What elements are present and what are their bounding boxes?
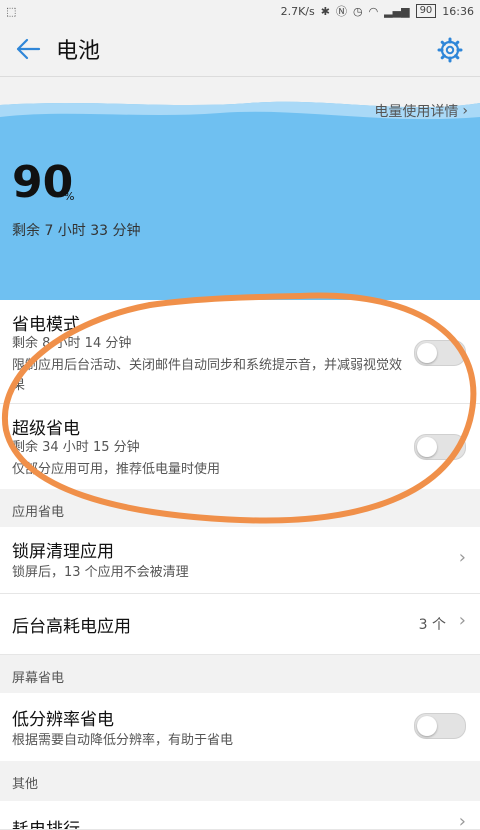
chevron-right-icon: › — [458, 547, 466, 568]
power-saving-time: 剩余 8 小时 14 分钟 — [12, 336, 132, 351]
section-screen-saving-label: 屏幕省电 — [12, 671, 65, 686]
section-other-label: 其他 — [12, 777, 39, 792]
ultra-saving-toggle[interactable] — [414, 434, 466, 460]
wifi-icon: ◠ — [368, 4, 379, 18]
status-right: 2.7K/s ✱ Ⓝ ◷ ◠ ▂▄▆ 90 16:36 — [281, 3, 474, 19]
background-apps-row[interactable]: 后台高耗电应用 3 个 › — [0, 594, 480, 655]
percent-sign: % — [64, 190, 75, 203]
background-apps-count: 3 个 — [418, 617, 446, 633]
consumption-rank-title: 耗电排行 — [12, 820, 80, 830]
low-res-desc: 根据需要自动降低分辨率，有助于省电 — [12, 733, 234, 748]
usage-details-link[interactable]: 电量使用详情 › — [374, 101, 468, 121]
network-speed: 2.7K/s — [280, 4, 315, 18]
consumption-rank-row[interactable]: 耗电排行 › — [0, 801, 480, 830]
power-saving-desc: 限制应用后台活动、关闭邮件自动同步和系统提示音，并减弱视觉效果 — [12, 358, 403, 393]
notification-icon: ⬚ — [6, 4, 17, 18]
nfc-icon: Ⓝ — [335, 5, 347, 18]
remaining-time: 剩余 7 小时 33 分钟 — [12, 223, 141, 239]
title-bar: 电池 — [0, 22, 480, 77]
ultra-saving-title: 超级省电 — [12, 419, 80, 439]
low-res-toggle[interactable] — [414, 713, 466, 739]
lock-clean-title: 锁屏清理应用 — [12, 542, 114, 562]
power-saving-title: 省电模式 — [12, 315, 80, 335]
chevron-right-icon: › — [458, 610, 466, 631]
gear-icon — [437, 37, 463, 63]
background-apps-title: 后台高耗电应用 — [12, 617, 131, 637]
low-resolution-row[interactable]: 低分辨率省电 根据需要自动降低分辨率，有助于省电 — [0, 693, 480, 762]
back-button[interactable] — [6, 27, 50, 71]
chevron-right-icon: › — [462, 103, 468, 119]
battery-icon: 90 — [415, 4, 437, 18]
back-arrow-icon — [16, 38, 41, 60]
section-screen-saving: 屏幕省电 — [0, 655, 480, 693]
settings-button[interactable] — [430, 30, 470, 70]
battery-hero: 电量使用详情 › 90 % 剩余 7 小时 33 分钟 — [0, 95, 480, 300]
ultra-saving-row[interactable]: 超级省电 剩余 34 小时 15 分钟 仅部分应用可用，推荐低电量时使用 — [0, 404, 480, 490]
clock: 16:36 — [442, 4, 474, 18]
bluetooth-icon: ✱ — [320, 4, 330, 18]
ultra-saving-time: 剩余 34 小时 15 分钟 — [12, 440, 140, 455]
section-app-saving-label: 应用省电 — [12, 505, 65, 520]
usage-details-label: 电量使用详情 — [374, 104, 459, 120]
lock-clean-desc: 锁屏后，13 个应用不会被清理 — [12, 565, 189, 580]
signal-icon: ▂▄▆ — [384, 4, 410, 18]
power-saving-mode-row[interactable]: 省电模式 剩余 8 小时 14 分钟 限制应用后台活动、关闭邮件自动同步和系统提… — [0, 300, 480, 404]
status-bar: ⬚ 2.7K/s ✱ Ⓝ ◷ ◠ ▂▄▆ 90 16:36 — [0, 0, 480, 22]
power-saving-toggle[interactable] — [414, 340, 466, 366]
section-other: 其他 — [0, 761, 480, 801]
ultra-saving-desc: 仅部分应用可用，推荐低电量时使用 — [12, 462, 221, 477]
page-title: 电池 — [56, 39, 101, 64]
chevron-right-icon: › — [458, 811, 466, 830]
status-left: ⬚ — [6, 5, 16, 18]
alarm-icon: ◷ — [352, 4, 363, 18]
low-res-title: 低分辨率省电 — [12, 710, 114, 730]
section-app-saving: 应用省电 — [0, 489, 480, 527]
lock-screen-clean-row[interactable]: 锁屏清理应用 锁屏后，13 个应用不会被清理 › — [0, 527, 480, 594]
